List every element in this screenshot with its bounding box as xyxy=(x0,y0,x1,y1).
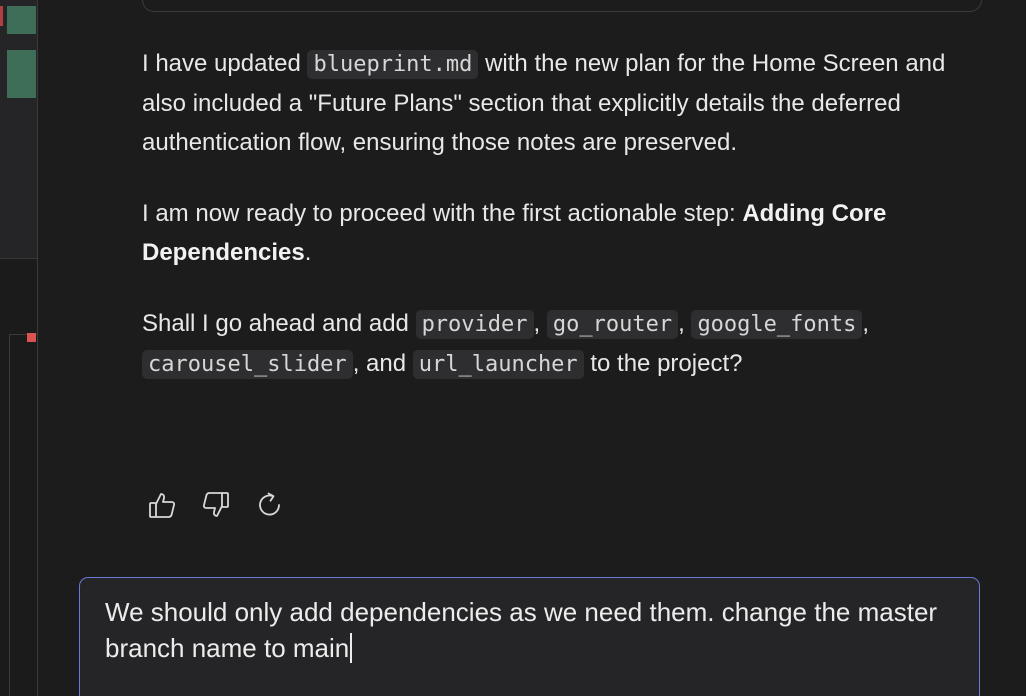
message-text: I have updated xyxy=(142,50,308,77)
error-indicator xyxy=(27,333,36,342)
message-text: , xyxy=(533,310,547,337)
chat-input[interactable]: We should only add dependencies as we ne… xyxy=(79,577,980,696)
message-paragraph: Shall I go ahead and add provider, go_ro… xyxy=(142,304,972,384)
sidebar-top-panel xyxy=(0,0,37,259)
feedback-bar xyxy=(146,488,286,522)
assistant-message: I have updated blueprint.md with the new… xyxy=(142,44,972,416)
thumbs-down-icon[interactable] xyxy=(200,489,232,521)
message-text: I am now ready to proceed with the first… xyxy=(142,200,743,227)
sidebar-lower-panel xyxy=(9,334,38,696)
inline-code-dependency: carousel_slider xyxy=(142,350,353,379)
inline-code-filename: blueprint.md xyxy=(307,50,479,79)
message-text: to the project? xyxy=(583,350,743,377)
message-text: , xyxy=(862,310,870,337)
diff-added-marker xyxy=(7,6,36,34)
inline-code-dependency: go_router xyxy=(546,310,679,339)
chat-input-value: We should only add dependencies as we ne… xyxy=(105,597,945,663)
message-text: , xyxy=(678,310,692,337)
inline-code-dependency: url_launcher xyxy=(412,350,584,379)
diff-removed-marker xyxy=(0,6,3,26)
message-paragraph: I have updated blueprint.md with the new… xyxy=(142,44,972,162)
message-text: Shall I go ahead and add xyxy=(142,310,416,337)
inline-code-dependency: google_fonts xyxy=(691,310,863,339)
previous-message-box xyxy=(142,0,982,12)
text-caret xyxy=(350,633,353,663)
inline-code-dependency: provider xyxy=(415,310,534,339)
chat-view: I have updated blueprint.md with the new… xyxy=(0,0,1026,696)
message-paragraph: I am now ready to proceed with the first… xyxy=(142,194,972,272)
diff-added-marker xyxy=(7,50,36,98)
thumbs-up-icon[interactable] xyxy=(146,489,178,521)
message-text: . xyxy=(304,239,312,266)
regenerate-icon[interactable] xyxy=(254,489,286,521)
message-text: , and xyxy=(352,350,413,377)
chat-input-text[interactable]: We should only add dependencies as we ne… xyxy=(105,594,955,666)
left-sidebar-edge xyxy=(0,0,38,696)
